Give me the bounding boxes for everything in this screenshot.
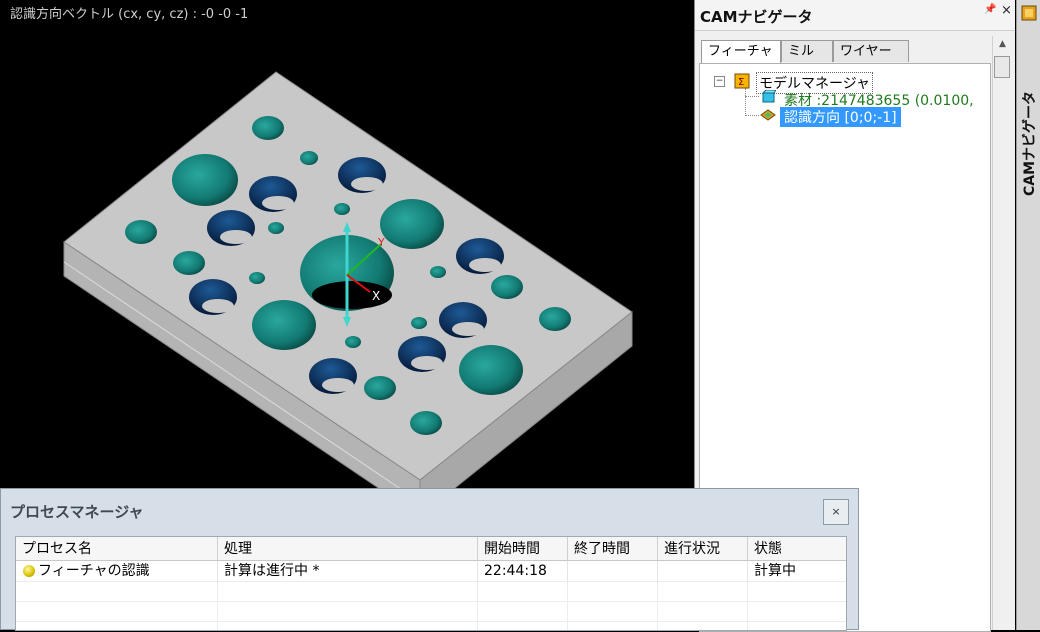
- model-manager-icon: Σ: [734, 73, 750, 89]
- scroll-up-icon[interactable]: ▲: [996, 38, 1009, 50]
- close-icon[interactable]: ×: [1001, 3, 1012, 18]
- tree-item-recognition-direction[interactable]: 認識方向 [0;0;-1]: [780, 107, 901, 127]
- cell-end-time: [568, 561, 658, 581]
- cell-status: 計算中: [754, 563, 796, 579]
- panel-title: CAMナビゲータ: [700, 8, 813, 26]
- column-header-end-time[interactable]: 終了時間: [568, 537, 658, 561]
- scroll-thumb[interactable]: [994, 56, 1010, 78]
- close-icon[interactable]: ×: [823, 499, 849, 525]
- direction-icon: [760, 109, 776, 121]
- tree-collapse-icon[interactable]: −: [714, 76, 725, 87]
- axis-y-label: Y: [377, 236, 385, 249]
- axis-x-label: X: [372, 289, 380, 303]
- cell-process-name: フィーチャの認識: [34, 561, 218, 581]
- column-header-status[interactable]: 状態: [748, 537, 846, 561]
- vertical-scrollbar[interactable]: ▲: [992, 36, 1013, 630]
- column-header-process-name[interactable]: プロセス名: [16, 537, 218, 561]
- tab-feature[interactable]: フィーチャ: [701, 40, 781, 64]
- column-header-start-time[interactable]: 開始時間: [478, 537, 568, 561]
- column-header-processing[interactable]: 処理: [218, 537, 478, 561]
- process-manager-window: プロセスマネージャ × プロセス名 処理 開始時間 終了時間 進行状況 状態 フ…: [0, 488, 859, 631]
- cell-processing: 計算は進行中 *: [218, 561, 478, 581]
- stock-icon: [761, 90, 776, 103]
- pin-icon[interactable]: 📌: [984, 4, 996, 15]
- process-manager-title: プロセスマネージャ: [10, 503, 144, 521]
- table-row[interactable]: フィーチャの認識 計算は進行中 * 22:44:18 計算中: [16, 561, 846, 581]
- cell-progress: [658, 561, 748, 581]
- side-dock-label: CAMナビゲータ: [1022, 90, 1038, 196]
- direction-vector-readout: 認識方向ベクトル (cx, cy, cz) : -0 -0 -1: [10, 7, 249, 22]
- tab-mill[interactable]: ミル: [781, 40, 833, 62]
- tab-wire[interactable]: ワイヤー: [833, 40, 909, 62]
- side-dock-tab[interactable]: CAMナビゲータ: [1016, 0, 1040, 630]
- panel-title-bar: CAMナビゲータ 📌 ×: [695, 0, 1015, 31]
- process-table: プロセス名 処理 開始時間 終了時間 進行状況 状態 フィーチャの認識 計算は進…: [15, 536, 847, 631]
- cell-start-time: 22:44:18: [478, 561, 568, 581]
- svg-text:Σ: Σ: [738, 77, 744, 88]
- column-header-progress[interactable]: 進行状況: [658, 537, 748, 561]
